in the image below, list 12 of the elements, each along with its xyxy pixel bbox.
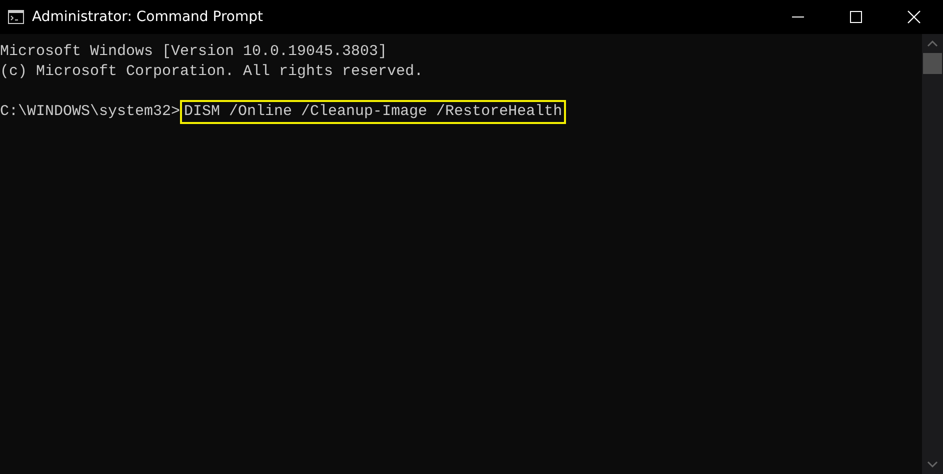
scroll-down-icon[interactable] [927,461,938,468]
console-app-icon [8,10,24,24]
scroll-up-icon[interactable] [927,40,938,47]
scrollbar-thumb[interactable] [923,53,942,74]
close-icon [907,10,921,24]
console-output-line: (c) Microsoft Corporation. All rights reserved. [0,62,424,82]
command-prompt-path: C:\WINDOWS\system32> [0,102,180,122]
highlighted-command: DISM /Online /Cleanup-Image /RestoreHealth [180,100,566,124]
maximize-icon [850,11,862,23]
minimize-icon [792,16,804,18]
console-output-line: Microsoft Windows [Version 10.0.19045.3803] [0,42,388,62]
window-title: Administrator: Command Prompt [32,9,264,25]
